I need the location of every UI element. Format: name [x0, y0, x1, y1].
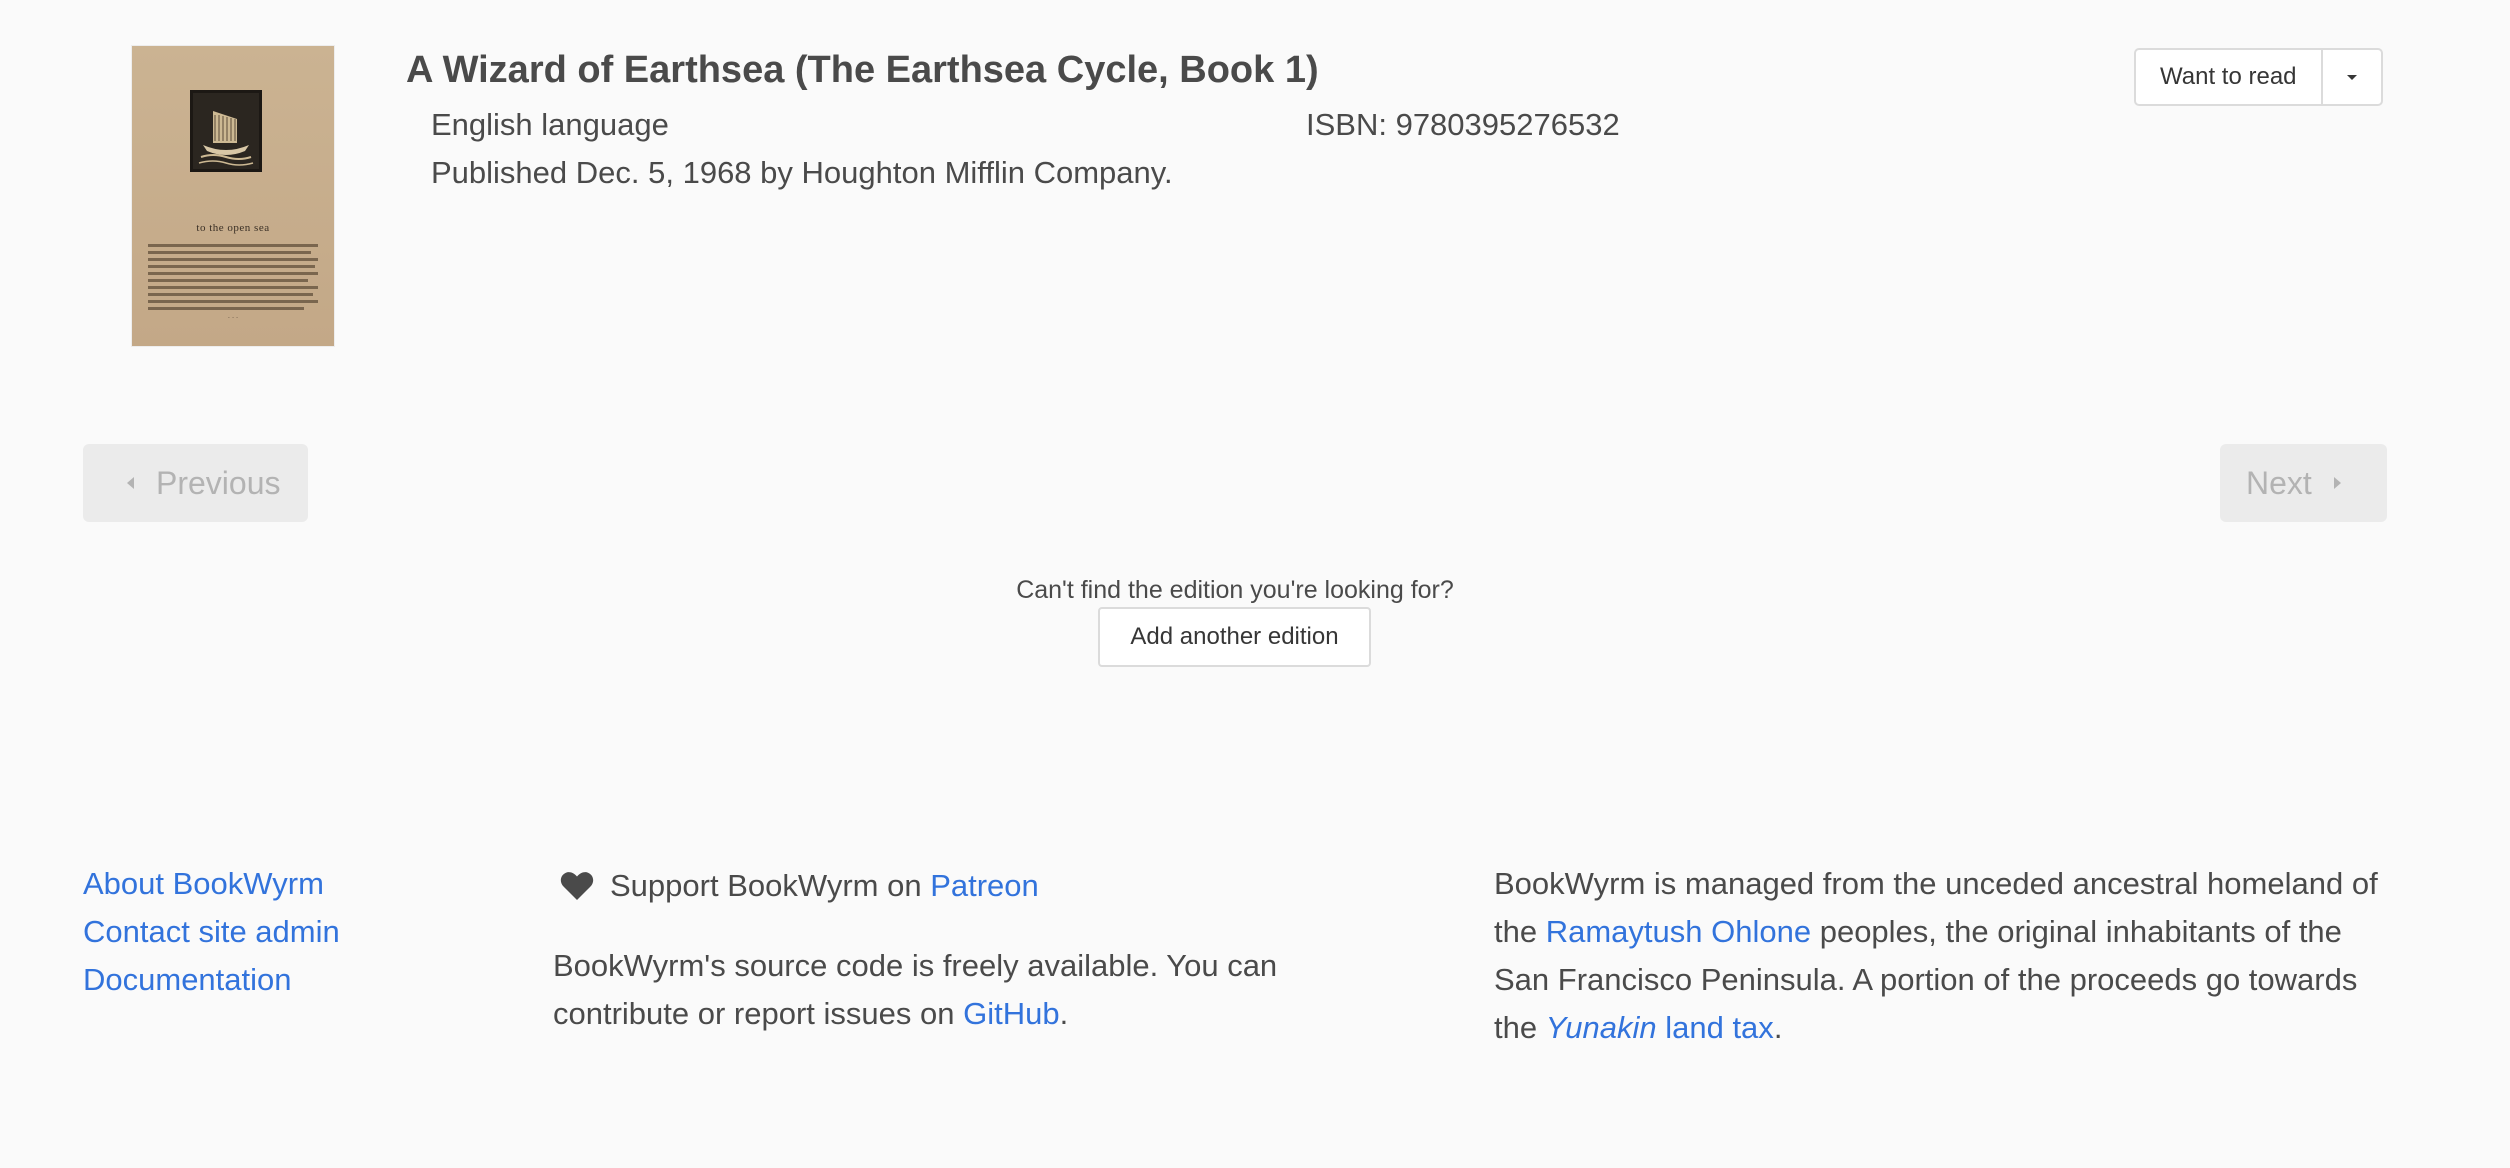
previous-page-label: Previous: [156, 464, 281, 501]
land-text-period: .: [1773, 1010, 1783, 1045]
edition-published: Published Dec. 5, 1968 by Houghton Miffl…: [431, 155, 1173, 190]
support-text: Support BookWyrm on: [610, 868, 931, 903]
edition-title-link[interactable]: A Wizard of Earthsea (The Earthsea Cycle…: [406, 46, 1319, 94]
want-to-read-button[interactable]: Want to read: [2136, 50, 2321, 104]
edition-page: to the open sea · · · A Wizard of Earths…: [0, 0, 2510, 1168]
shelve-button-group: Want to read: [2134, 48, 2383, 106]
patreon-link[interactable]: Patreon: [930, 862, 1039, 910]
footer-land-acknowledgement: BookWyrm is managed from the unceded anc…: [1494, 860, 2394, 1052]
footer-about-link[interactable]: About BookWyrm: [83, 860, 324, 908]
shelve-dropdown-toggle[interactable]: [2320, 50, 2381, 104]
book-cover[interactable]: to the open sea · · ·: [132, 46, 334, 346]
heart-icon: [560, 872, 594, 900]
edition-isbn: ISBN: 9780395276532: [1306, 107, 1620, 142]
cant-find-edition-text: Can't find the edition you're looking fo…: [1016, 576, 1454, 604]
add-another-edition-button[interactable]: Add another edition: [1098, 607, 1371, 667]
next-page-button[interactable]: Next: [2220, 444, 2387, 522]
ramaytush-ohlone-link[interactable]: Ramaytush Ohlone: [1546, 914, 1811, 949]
yunakin-italic: Yunakin: [1545, 1010, 1657, 1045]
land-tax-text: land tax: [1656, 1010, 1774, 1045]
chevron-left-icon: [127, 477, 134, 489]
cover-page-number: · · ·: [227, 314, 239, 322]
footer-source-code-text: BookWyrm's source code is freely availab…: [553, 942, 1353, 1038]
next-page-label: Next: [2246, 464, 2312, 501]
yunakin-land-tax-link[interactable]: Yunakin land tax: [1546, 1010, 1774, 1045]
caret-down-icon: [2346, 74, 2357, 80]
chevron-right-icon: [2333, 477, 2341, 489]
cover-title-text: to the open sea: [196, 222, 270, 234]
footer-documentation-link[interactable]: Documentation: [83, 956, 292, 1004]
previous-page-button[interactable]: Previous: [83, 444, 308, 522]
cover-body-text: [148, 244, 318, 314]
footer-support: Support BookWyrm on Patreon: [560, 862, 1039, 910]
github-link[interactable]: GitHub: [963, 996, 1059, 1031]
edition-language: English language: [431, 107, 669, 142]
source-code-period: .: [1059, 996, 1069, 1031]
source-code-text: BookWyrm's source code is freely availab…: [553, 948, 1278, 1031]
footer-contact-link[interactable]: Contact site admin: [83, 908, 340, 956]
cover-ship-illustration: [190, 90, 262, 172]
